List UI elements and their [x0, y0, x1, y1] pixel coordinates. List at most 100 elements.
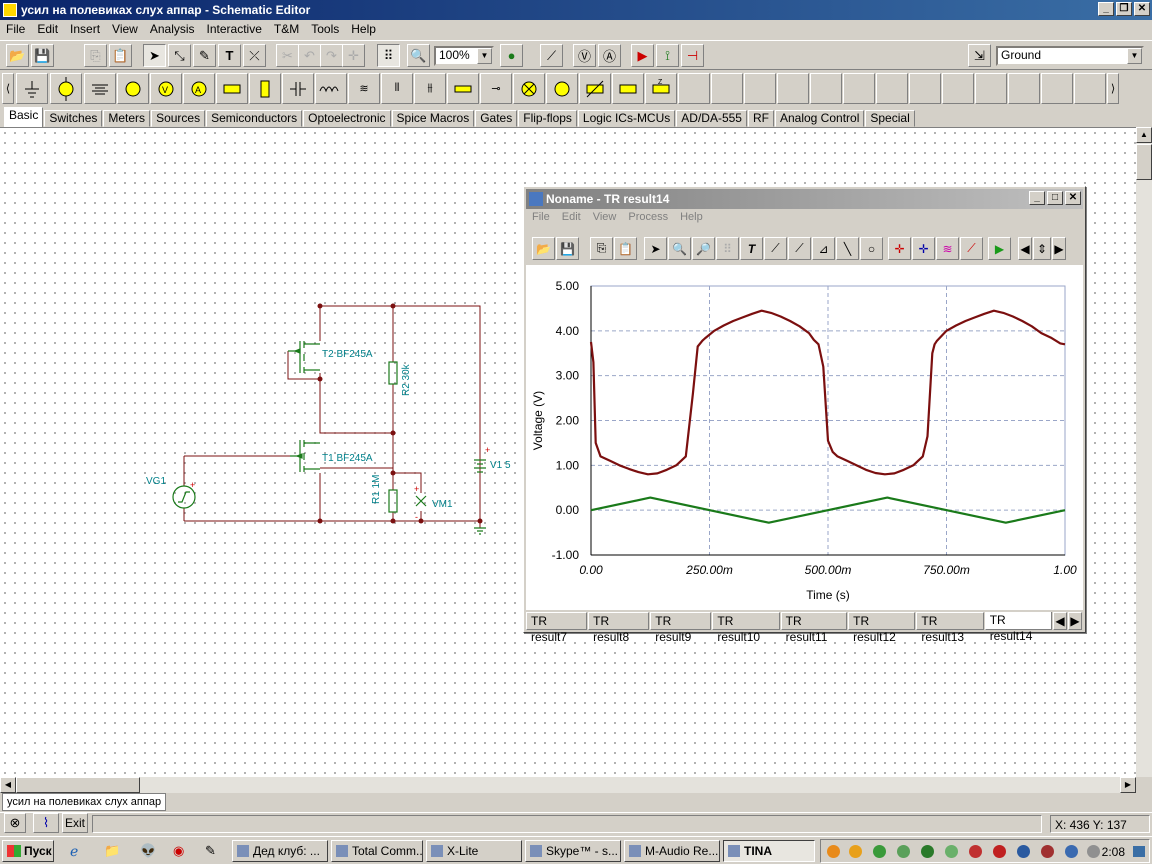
tray-app-icon[interactable] [1041, 845, 1054, 858]
result-grid-icon[interactable]: ⠿ [716, 237, 739, 260]
pin-icon[interactable]: ⊣ [681, 44, 704, 67]
switch-component-icon[interactable]: ⊸ [480, 73, 512, 104]
coupled-inductor-component-icon[interactable]: ≋ [348, 73, 380, 104]
menu-help[interactable]: Help [345, 22, 382, 36]
tab-tr-result10[interactable]: TR result10 [712, 612, 780, 644]
menu-insert[interactable]: Insert [64, 22, 106, 36]
tabs-next-icon[interactable]: ▶ [1067, 612, 1082, 630]
ntc-component-icon[interactable] [612, 73, 644, 104]
pencil-icon[interactable]: ✎ [193, 44, 216, 67]
potentiometer-component-icon[interactable] [249, 73, 281, 104]
tab-tr-result12[interactable]: TR result12 [848, 612, 916, 644]
task-tina[interactable]: TINA [723, 840, 815, 862]
result-line-icon[interactable]: ╲ [836, 237, 859, 260]
result-text-icon[interactable]: T [740, 237, 763, 260]
show-desktop-icon[interactable] [1133, 846, 1145, 857]
alien-quicklaunch-icon[interactable]: 👽 [140, 843, 156, 859]
menu-analysis[interactable]: Analysis [144, 22, 201, 36]
capacitor-component-icon[interactable] [282, 73, 314, 104]
tab-optoelectronic[interactable]: Optoelectronic [303, 110, 391, 127]
save-icon[interactable]: 💾 [31, 44, 54, 67]
result-save-icon[interactable]: 💾 [556, 237, 579, 260]
task-m-audio[interactable]: M-Audio Re... [624, 840, 720, 862]
result-menu-process[interactable]: Process [622, 211, 674, 227]
tray-app-icon[interactable] [993, 845, 1006, 858]
tab-tr-result8[interactable]: TR result8 [588, 612, 650, 644]
cut-icon[interactable]: ✂ [276, 44, 299, 67]
result-close-button[interactable]: ✕ [1065, 191, 1081, 205]
tab-special[interactable]: Special [865, 110, 915, 127]
ground-symbol[interactable] [474, 527, 486, 535]
horizontal-scroll-thumb[interactable] [16, 777, 140, 793]
undo-icon[interactable]: ↶ [298, 44, 321, 67]
vertical-scroll-thumb[interactable] [1136, 144, 1152, 180]
tray-app-icon[interactable] [945, 845, 958, 858]
zoom-combo[interactable]: 100% ▼ [434, 46, 494, 66]
media-quicklaunch-icon[interactable]: ◉ [173, 843, 184, 859]
tray-app-icon[interactable] [921, 845, 934, 858]
tray-app-icon[interactable] [827, 845, 840, 858]
menu-edit[interactable]: Edit [31, 22, 64, 36]
variable-resistor-component-icon[interactable] [579, 73, 611, 104]
result-copy-icon[interactable]: ⎘ [590, 237, 613, 260]
pointer-icon[interactable]: ➤ [143, 44, 166, 67]
result-menu-view[interactable]: View [587, 211, 623, 227]
result-zoom-100-icon[interactable]: 🔎 [692, 237, 715, 260]
voltmeter-icon[interactable]: Ⓥ [573, 44, 596, 67]
result-edge-icon[interactable]: ⊿ [812, 237, 835, 260]
result-zoom-in-icon[interactable]: 🔍 [668, 237, 691, 260]
tab-switches[interactable]: Switches [44, 110, 103, 127]
result-prev-icon[interactable]: ◀ [1018, 237, 1032, 260]
ground-component-icon[interactable] [16, 73, 48, 104]
tab-rf[interactable]: RF [747, 110, 774, 127]
result-updown-icon[interactable]: ⇕ [1033, 237, 1051, 260]
result-minimize-button[interactable]: _ [1029, 191, 1045, 205]
tab-logic-ics[interactable]: Logic ICs-MCUs [577, 110, 676, 127]
ammeter-icon[interactable]: Ⓐ [598, 44, 621, 67]
lamp-component-icon[interactable] [513, 73, 545, 104]
diagram-window-icon[interactable]: ⌇ [33, 813, 59, 833]
tab-tr-result14[interactable]: TR result14 [984, 612, 1052, 643]
tray-app-icon[interactable] [897, 845, 910, 858]
result-run-icon[interactable]: ▶ [988, 237, 1011, 260]
scroll-left-icon[interactable]: ⟨ [2, 73, 14, 104]
paste-icon[interactable]: 📋 [109, 44, 132, 67]
voltmeter-component-icon[interactable]: V [150, 73, 182, 104]
t2-transistor-symbol[interactable] [288, 341, 320, 373]
current-source-component-icon[interactable] [117, 73, 149, 104]
zoom-icon[interactable]: 🔍 [407, 44, 430, 67]
menu-interactive[interactable]: Interactive [201, 22, 268, 36]
transformer-component-icon[interactable]: ⫴ [381, 73, 413, 104]
result-pointer-icon[interactable]: ➤ [644, 237, 667, 260]
result-cursor-b-icon[interactable]: ✛ [912, 237, 935, 260]
close-button[interactable]: ✕ [1134, 2, 1150, 16]
tab-flip-flops[interactable]: Flip-flops [518, 110, 577, 127]
inductor-component-icon[interactable] [315, 73, 347, 104]
tabs-prev-icon[interactable]: ◀ [1052, 612, 1067, 630]
menu-tools[interactable]: Tools [305, 22, 345, 36]
result-curves-icon[interactable]: ≋ [936, 237, 959, 260]
tray-app-icon[interactable] [1017, 845, 1030, 858]
delete-wire-icon[interactable]: ⤫ [243, 44, 266, 67]
dc-analysis-icon[interactable]: ● [500, 44, 523, 67]
tab-tr-result7[interactable]: TR result7 [526, 612, 588, 644]
tab-tr-result13[interactable]: TR result13 [916, 612, 984, 644]
vertical-scrollbar[interactable]: ▲ [1136, 127, 1152, 777]
scroll-right-arrow-icon[interactable]: ▶ [1120, 777, 1136, 793]
battery-component-icon[interactable] [84, 73, 116, 104]
diode-icon[interactable]: ▶ [631, 44, 654, 67]
r2-resistor-symbol[interactable] [388, 361, 398, 385]
simulation-icon[interactable]: ⊗ [4, 813, 26, 833]
ie-quicklaunch-icon[interactable]: ℯ [70, 843, 78, 860]
menu-file[interactable]: File [0, 22, 31, 36]
ideal-transformer-component-icon[interactable]: ⫵ [414, 73, 446, 104]
result-cursor-a-icon[interactable]: ✛ [888, 237, 911, 260]
open-icon[interactable]: 📂 [6, 44, 29, 67]
vm1-voltmeter-symbol[interactable] [415, 495, 427, 507]
tab-ad-da[interactable]: AD/DA-555 [676, 110, 747, 127]
folder-quicklaunch-icon[interactable]: 📁 [104, 843, 120, 859]
minimize-button[interactable]: _ [1098, 2, 1114, 16]
chart-area[interactable]: 0.00 250.00m 500.00m 750.00m 1.00 -1.00 0.00 1.… [526, 265, 1083, 610]
notepad-quicklaunch-icon[interactable]: ✎ [205, 843, 216, 859]
restore-button[interactable]: ❐ [1116, 2, 1132, 16]
